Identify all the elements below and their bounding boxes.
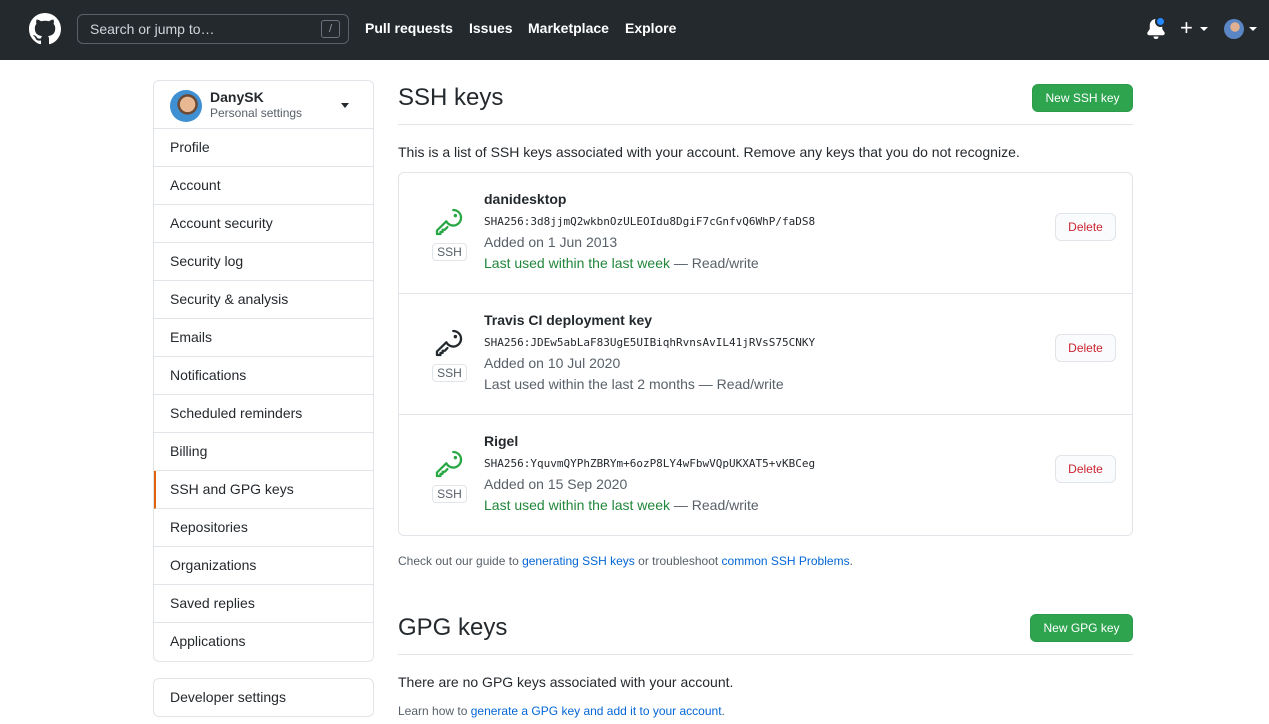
sidebar-item-repositories[interactable]: Repositories [154,509,373,547]
sidebar-item-ssh-gpg-keys[interactable]: SSH and GPG keys [154,471,373,509]
slash-shortcut-key: / [321,20,340,38]
delete-key-button[interactable]: Delete [1055,334,1116,362]
user-avatar [170,90,202,122]
delete-key-button[interactable]: Delete [1055,213,1116,241]
key-icon [435,329,463,357]
header-avatar[interactable] [1224,19,1244,39]
developer-settings-link[interactable]: Developer settings [153,678,374,717]
key-fingerprint: SHA256:YquvmQYPhZBRYm+6ozP8LY4wFbwVQpUKX… [484,457,816,470]
ssh-intro-text: This is a list of SSH keys associated wi… [398,144,1020,160]
delete-key-button[interactable]: Delete [1055,455,1116,483]
ssh-keys-heading: SSH keys [398,84,504,111]
nav-issues[interactable]: Issues [469,20,513,36]
key-title: Rigel [484,433,519,449]
guide-suffix: . [849,554,853,568]
key-fingerprint: SHA256:JDEw5abLaF83UgE5UIBiqhRvnsAvIL41j… [484,336,816,349]
sidebar-item-saved-replies[interactable]: Saved replies [154,585,373,623]
guide-mid: or troubleshoot [634,554,722,568]
sidebar-item-security-analysis[interactable]: Security & analysis [154,281,373,319]
context-switcher[interactable]: DanySK Personal settings [154,81,373,129]
sidebar-item-applications[interactable]: Applications [154,623,373,661]
key-fingerprint: SHA256:3d8jjmQ2wkbnOzULEOIdu8DgiF7cGnfvQ… [484,215,816,228]
sidebar-username: DanySK [210,89,264,105]
gpg-empty-text: There are no GPG keys associated with yo… [398,674,734,690]
key-icon [435,208,463,236]
generate-gpg-key-link[interactable]: generate a GPG key and add it to your ac… [471,704,722,718]
sidebar-subtitle: Personal settings [210,106,303,120]
guide-prefix: Check out our guide to [398,554,523,568]
chevron-down-icon [341,103,349,108]
access-text: — Read/write [694,376,784,392]
access-text: — Read/write [670,497,759,513]
search-placeholder: Search or jump to… [90,21,215,37]
sidebar-item-profile[interactable]: Profile [154,129,373,167]
last-used-text: Last used within the last 2 months [484,376,695,392]
avatar-caret-icon [1249,27,1257,31]
ssh-guide-note: Check out our guide to generating SSH ke… [398,554,853,568]
nav-marketplace[interactable]: Marketplace [528,20,609,36]
nav-explore[interactable]: Explore [625,20,676,36]
sidebar-item-organizations[interactable]: Organizations [154,547,373,585]
learn-prefix: Learn how to [398,704,471,718]
key-last-used: Last used within the last 2 months — Rea… [484,376,784,392]
ssh-badge: SSH [432,485,467,503]
sidebar-item-account-security[interactable]: Account security [154,205,373,243]
new-gpg-key-button[interactable]: New GPG key [1030,614,1133,642]
create-caret-icon [1200,27,1208,31]
common-ssh-problems-link[interactable]: common SSH Problems [722,554,850,568]
gpg-keys-heading: GPG keys [398,614,508,641]
last-used-text: Last used within the last week [484,497,670,513]
key-icon [435,450,463,478]
gpg-learn-note: Learn how to generate a GPG key and add … [398,704,725,718]
ssh-badge: SSH [432,364,467,382]
search-input[interactable]: Search or jump to… / [77,14,349,44]
settings-sidebar: DanySK Personal settings Profile Account… [153,80,374,662]
list-item: SSH danidesktop SHA256:3d8jjmQ2wkbnOzULE… [399,173,1132,294]
nav-pull-requests[interactable]: Pull requests [365,20,453,36]
github-logo-icon[interactable] [29,13,61,45]
sidebar-item-account[interactable]: Account [154,167,373,205]
sidebar-item-security-log[interactable]: Security log [154,243,373,281]
key-added-date: Added on 15 Sep 2020 [484,476,628,492]
notification-dot [1155,16,1166,27]
last-used-text: Last used within the last week [484,255,670,271]
sidebar-item-scheduled-reminders[interactable]: Scheduled reminders [154,395,373,433]
key-added-date: Added on 10 Jul 2020 [484,355,621,371]
ssh-keys-list: SSH danidesktop SHA256:3d8jjmQ2wkbnOzULE… [398,172,1133,536]
learn-suffix: . [721,704,725,718]
sidebar-item-notifications[interactable]: Notifications [154,357,373,395]
key-added-date: Added on 1 Jun 2013 [484,234,618,250]
top-header: Search or jump to… / Pull requests Issue… [0,0,1269,60]
ssh-badge: SSH [432,243,467,261]
key-last-used: Last used within the last week — Read/wr… [484,497,759,513]
create-new-plus-icon[interactable]: + [1180,16,1193,40]
new-ssh-key-button[interactable]: New SSH key [1032,84,1133,112]
key-last-used: Last used within the last week — Read/wr… [484,255,759,271]
key-title: Travis CI deployment key [484,312,653,328]
key-title: danidesktop [484,191,567,207]
sidebar-item-emails[interactable]: Emails [154,319,373,357]
divider [398,124,1133,125]
generating-ssh-keys-link[interactable]: generating SSH keys [522,554,635,568]
divider [398,654,1133,655]
list-item: SSH Rigel SHA256:YquvmQYPhZBRYm+6ozP8LY4… [399,415,1132,536]
list-item: SSH Travis CI deployment key SHA256:JDEw… [399,294,1132,415]
access-text: — Read/write [670,255,759,271]
sidebar-item-billing[interactable]: Billing [154,433,373,471]
